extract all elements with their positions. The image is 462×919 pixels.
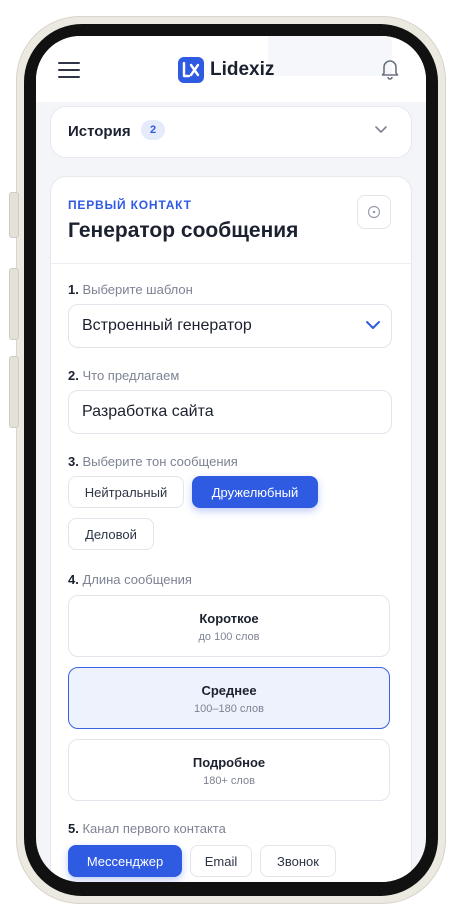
tone-option-friendly[interactable]: Дружелюбный [192,476,318,508]
history-count-badge: 2 [141,120,165,140]
brand-name: Lidexiz [210,59,275,80]
length-option-title: Среднее [201,683,257,698]
divider [51,263,411,264]
channel-option-email[interactable]: Email [190,845,252,877]
menu-icon[interactable] [58,62,80,78]
offer-label: 2. Что предлагаем [68,368,180,383]
channel-option-messenger[interactable]: Мессенджер [68,845,182,877]
length-label: 4. Длина сообщения [68,572,192,587]
length-option-short[interactable]: Короткое до 100 слов [68,595,390,657]
ghost-button[interactable]: Оформить [268,36,392,76]
brand-logo[interactable]: Lidexiz [178,56,274,84]
phone-side-button [9,192,19,238]
history-title: История [68,123,131,140]
tone-option-neutral[interactable]: Нейтральный [68,476,184,508]
history-panel[interactable]: История 2 [50,106,412,158]
tone-option-business[interactable]: Деловой [68,518,154,550]
template-select[interactable]: Встроенный генератор [68,304,392,348]
phone-side-button [9,356,19,428]
length-option-sub: до 100 слов [198,631,260,643]
logo-mark [178,57,204,83]
chevron-down-icon [366,321,380,329]
top-bar: Оформить Lidexiz [36,36,426,102]
channel-label: 5. Канал первого контакта [68,821,226,836]
template-select-value: Встроенный генератор [82,317,252,334]
section-eyebrow: ПЕРВЫЙ КОНТАКТ [68,198,192,212]
page-title: Генератор сообщения [68,219,299,242]
app-screen: Оформить Lidexiz История 2 ПЕРВЫЙ КОНТАК… [36,36,426,882]
offer-input-value: Разработка сайта [82,403,214,420]
phone-side-button [9,268,19,340]
length-option-sub: 100–180 слов [194,703,264,715]
length-option-medium[interactable]: Среднее 100–180 слов [68,667,390,729]
message-generator-card: ПЕРВЫЙ КОНТАКТ Генератор сообщения 1. Вы… [50,176,412,882]
info-button[interactable] [357,195,391,229]
length-option-title: Подробное [192,755,266,770]
template-label: 1. Выберите шаблон [68,282,193,297]
length-option-title: Короткое [199,611,259,626]
info-icon [367,205,381,219]
tone-label: 3. Выберите тон сообщения [68,454,238,469]
length-option-sub: 180+ слов [203,775,255,787]
length-option-detailed[interactable]: Подробное 180+ слов [68,739,390,801]
chevron-down-icon[interactable] [375,126,387,134]
bell-icon[interactable] [380,58,400,80]
channel-option-call[interactable]: Звонок [260,845,336,877]
offer-input[interactable]: Разработка сайта [68,390,392,434]
